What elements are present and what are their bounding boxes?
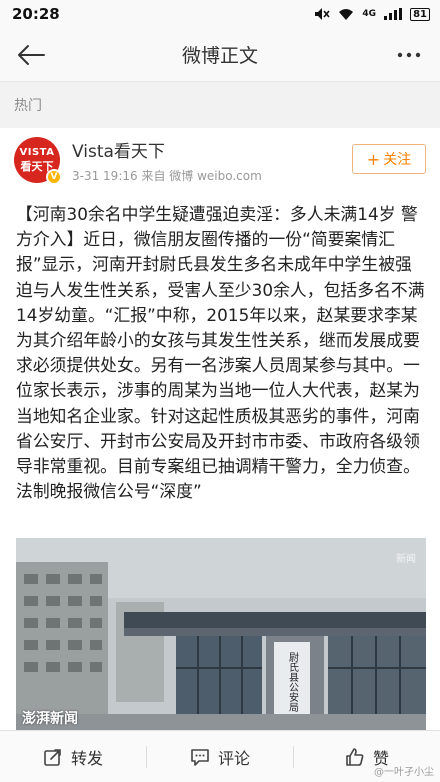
status-bar: 20:28 4G 81 (0, 0, 440, 28)
repost-icon (44, 748, 61, 766)
post-image[interactable]: 尉氏县公安局 新闻 澎湃新闻 (16, 538, 426, 730)
more-button[interactable] (392, 38, 426, 72)
follow-button[interactable]: + 关注 (352, 144, 426, 174)
author-info: Vista看天下 3-31 19:16 来自 微博 weibo.com (72, 137, 262, 184)
post-meta: 3-31 19:16 来自 微博 weibo.com (72, 168, 262, 183)
status-time: 20:28 (12, 5, 60, 23)
author-name[interactable]: Vista看天下 (72, 137, 262, 162)
repost-button[interactable]: 转发 (0, 731, 146, 782)
media-logo: 澎湃新闻 (22, 711, 78, 727)
wifi-icon (339, 8, 354, 20)
post-text: 【河南30余名中学生疑遭强迫卖淫：多人未满14岁 警方介入】近日，微信朋友圈传播… (16, 204, 425, 502)
comment-button[interactable]: 评论 (147, 731, 293, 782)
mute-icon (315, 8, 331, 20)
avatar-text-top: VISTA (19, 146, 55, 158)
network-type: 4G (362, 9, 377, 19)
back-button[interactable] (14, 38, 48, 72)
follow-label: 关注 (383, 152, 412, 168)
media-tag: 新闻 (396, 554, 416, 565)
status-icons: 4G 81 (314, 7, 430, 21)
repost-label: 转发 (70, 748, 103, 768)
thumbs-up-icon (346, 747, 364, 766)
verified-badge-icon: V (46, 169, 62, 185)
avatar[interactable]: VISTA 看天下 V (14, 137, 62, 185)
signal-icon (384, 8, 403, 20)
section-label: 热门 (0, 82, 440, 128)
police-station-sign: 尉氏县公安局 (287, 651, 299, 713)
author-row: VISTA 看天下 V Vista看天下 3-31 19:16 来自 微博 we… (0, 128, 440, 192)
back-arrow-icon (18, 44, 45, 65)
comment-label: 评论 (217, 748, 250, 768)
comment-icon (191, 748, 209, 766)
nav-bar: 微博正文 (0, 28, 440, 82)
watermark: @一叶孑小尘 (374, 767, 434, 778)
police-building-scene: 尉氏县公安局 (16, 538, 426, 730)
page-title: 微博正文 (181, 45, 258, 67)
battery-icon: 81 (410, 7, 430, 21)
battery-level: 81 (413, 8, 427, 20)
plus-icon: + (366, 149, 381, 169)
more-dots-icon (397, 52, 421, 57)
